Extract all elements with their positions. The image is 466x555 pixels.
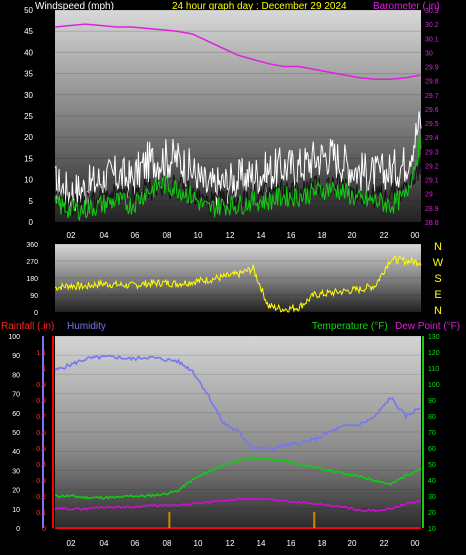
temperature-y-tick-label: 10	[428, 526, 436, 533]
wind-x-tick-label: 16	[287, 231, 296, 240]
temperature-y-tick-label: 120	[428, 350, 440, 357]
humidity-y-tick-label: 30	[12, 468, 20, 475]
rainfall-y-tick-label: 0.8	[36, 398, 46, 405]
wind-x-tick-label: 14	[257, 231, 266, 240]
temperature-y-tick-label: 80	[428, 414, 436, 421]
direction-y-tick-label: 360	[26, 242, 38, 249]
barometer-y-tick-label: 29.8	[425, 79, 439, 86]
wind-x-tick-label: 12	[226, 231, 235, 240]
wind-x-tick-label: 00	[411, 231, 420, 240]
rainfall-y-tick-label: 0.4	[36, 462, 46, 469]
wind-x-tick-label: 08	[163, 231, 172, 240]
wind-y-tick-label: 30	[24, 91, 33, 100]
humidity-y-tick-label: 100	[8, 334, 20, 341]
wind-y-tick-label: 35	[24, 70, 33, 79]
wind-x-tick-label: 20	[348, 231, 357, 240]
humidity-y-tick-label: 60	[12, 411, 20, 418]
rainfall-y-tick-label: 0.2	[36, 494, 46, 501]
barometer-y-tick-label: 29.3	[425, 149, 439, 156]
temp-x-tick-label: 00	[411, 539, 420, 548]
wind-x-tick-label: 10	[194, 231, 203, 240]
wind-y-tick-label: 0	[29, 218, 34, 227]
barometer-y-tick-label: 29	[425, 192, 433, 199]
rainfall-y-tick-label: 1.1	[36, 350, 46, 357]
humidity-y-tick-label: 70	[12, 392, 20, 399]
temp-x-tick-label: 02	[67, 539, 76, 548]
wind-x-tick-label: 18	[318, 231, 327, 240]
wind-x-tick-label: 02	[67, 231, 76, 240]
temp-x-tick-label: 14	[257, 539, 266, 548]
rainfall-y-tick-label: 0.6	[36, 430, 46, 437]
wind-x-tick-label: 04	[100, 231, 109, 240]
barometer-y-tick-label: 29.7	[425, 93, 439, 100]
compass-label: N	[434, 305, 442, 317]
barometer-y-tick-label: 28.8	[425, 220, 439, 227]
temperature-y-tick-label: 70	[428, 430, 436, 437]
temperature-y-tick-label: 100	[428, 382, 440, 389]
barometer-y-tick-label: 29.2	[425, 163, 439, 170]
barometer-y-tick-label: 29.4	[425, 135, 439, 142]
temp-x-tick-label: 22	[380, 539, 389, 548]
wind-x-tick-label: 06	[131, 231, 140, 240]
temperature-y-tick-label: 50	[428, 462, 436, 469]
wind-y-tick-label: 20	[24, 133, 33, 142]
direction-y-tick-label: 270	[26, 259, 38, 266]
compass-label: W	[433, 257, 444, 269]
barometer-y-tick-label: 29.1	[425, 178, 439, 185]
wind-y-tick-label: 5	[29, 197, 34, 206]
temperature-y-tick-label: 20	[428, 510, 436, 517]
humidity-y-tick-label: 90	[12, 353, 20, 360]
temperature-y-tick-label: 60	[428, 446, 436, 453]
wind-y-tick-label: 25	[24, 112, 33, 121]
barometer-y-tick-label: 29.9	[425, 65, 439, 72]
rainfall-y-tick-label: 0.7	[36, 414, 46, 421]
compass-label: N	[434, 241, 442, 253]
wind-y-tick-label: 45	[24, 27, 33, 36]
temp-x-tick-label: 04	[100, 539, 109, 548]
temp-x-tick-label: 20	[348, 539, 357, 548]
humidity-y-tick-label: 80	[12, 372, 20, 379]
temp-x-tick-label: 16	[287, 539, 296, 548]
weather-charts: 0510152025303540455028.828.92929.129.229…	[8, 6, 444, 548]
barometer-y-tick-label: 28.9	[425, 206, 439, 213]
compass-label: S	[434, 273, 441, 285]
temperature-y-tick-label: 110	[428, 366, 439, 373]
temperature-y-tick-label: 130	[428, 334, 440, 341]
direction-y-tick-label: 180	[26, 276, 38, 283]
barometer-y-tick-label: 30.3	[425, 8, 439, 15]
humidity-y-tick-label: 40	[12, 449, 20, 456]
humidity-y-tick-label: 0	[16, 526, 20, 533]
temperature-y-tick-label: 40	[428, 478, 436, 485]
temp-x-tick-label: 10	[194, 539, 203, 548]
direction-y-tick-label: 0	[34, 310, 38, 317]
wind-x-tick-label: 22	[380, 231, 389, 240]
barometer-y-tick-label: 30.2	[425, 22, 439, 29]
humidity-y-tick-label: 10	[12, 507, 20, 514]
temp-x-tick-label: 06	[131, 539, 140, 548]
humidity-y-tick-label: 20	[12, 488, 20, 495]
barometer-y-tick-label: 30.1	[425, 36, 439, 43]
barometer-y-tick-label: 29.5	[425, 121, 439, 128]
direction-y-tick-label: 90	[30, 293, 38, 300]
compass-label: E	[434, 289, 441, 301]
barometer-y-tick-label: 30	[425, 50, 433, 57]
temperature-y-tick-label: 90	[428, 398, 436, 405]
rainfall-y-tick-label: 0.3	[36, 478, 46, 485]
wind-y-tick-label: 15	[24, 154, 33, 163]
barometer-y-tick-label: 29.6	[425, 107, 439, 114]
wind-y-tick-label: 40	[24, 48, 33, 57]
rainfall-y-tick-label: 0.5	[36, 446, 46, 453]
temperature-y-tick-label: 30	[428, 494, 436, 501]
humidity-y-tick-label: 50	[12, 430, 20, 437]
temp-x-tick-label: 08	[163, 539, 172, 548]
rainfall-y-tick-label: 0	[42, 526, 46, 533]
rainfall-y-tick-label: 0.9	[36, 382, 46, 389]
temp-x-tick-label: 18	[318, 539, 327, 548]
rainfall-y-tick-label: 0.1	[36, 510, 46, 517]
rainfall-y-tick-label: 1	[42, 366, 46, 373]
wind-y-tick-label: 10	[24, 176, 33, 185]
wind-y-tick-label: 50	[24, 6, 33, 15]
temp-x-tick-label: 12	[226, 539, 235, 548]
